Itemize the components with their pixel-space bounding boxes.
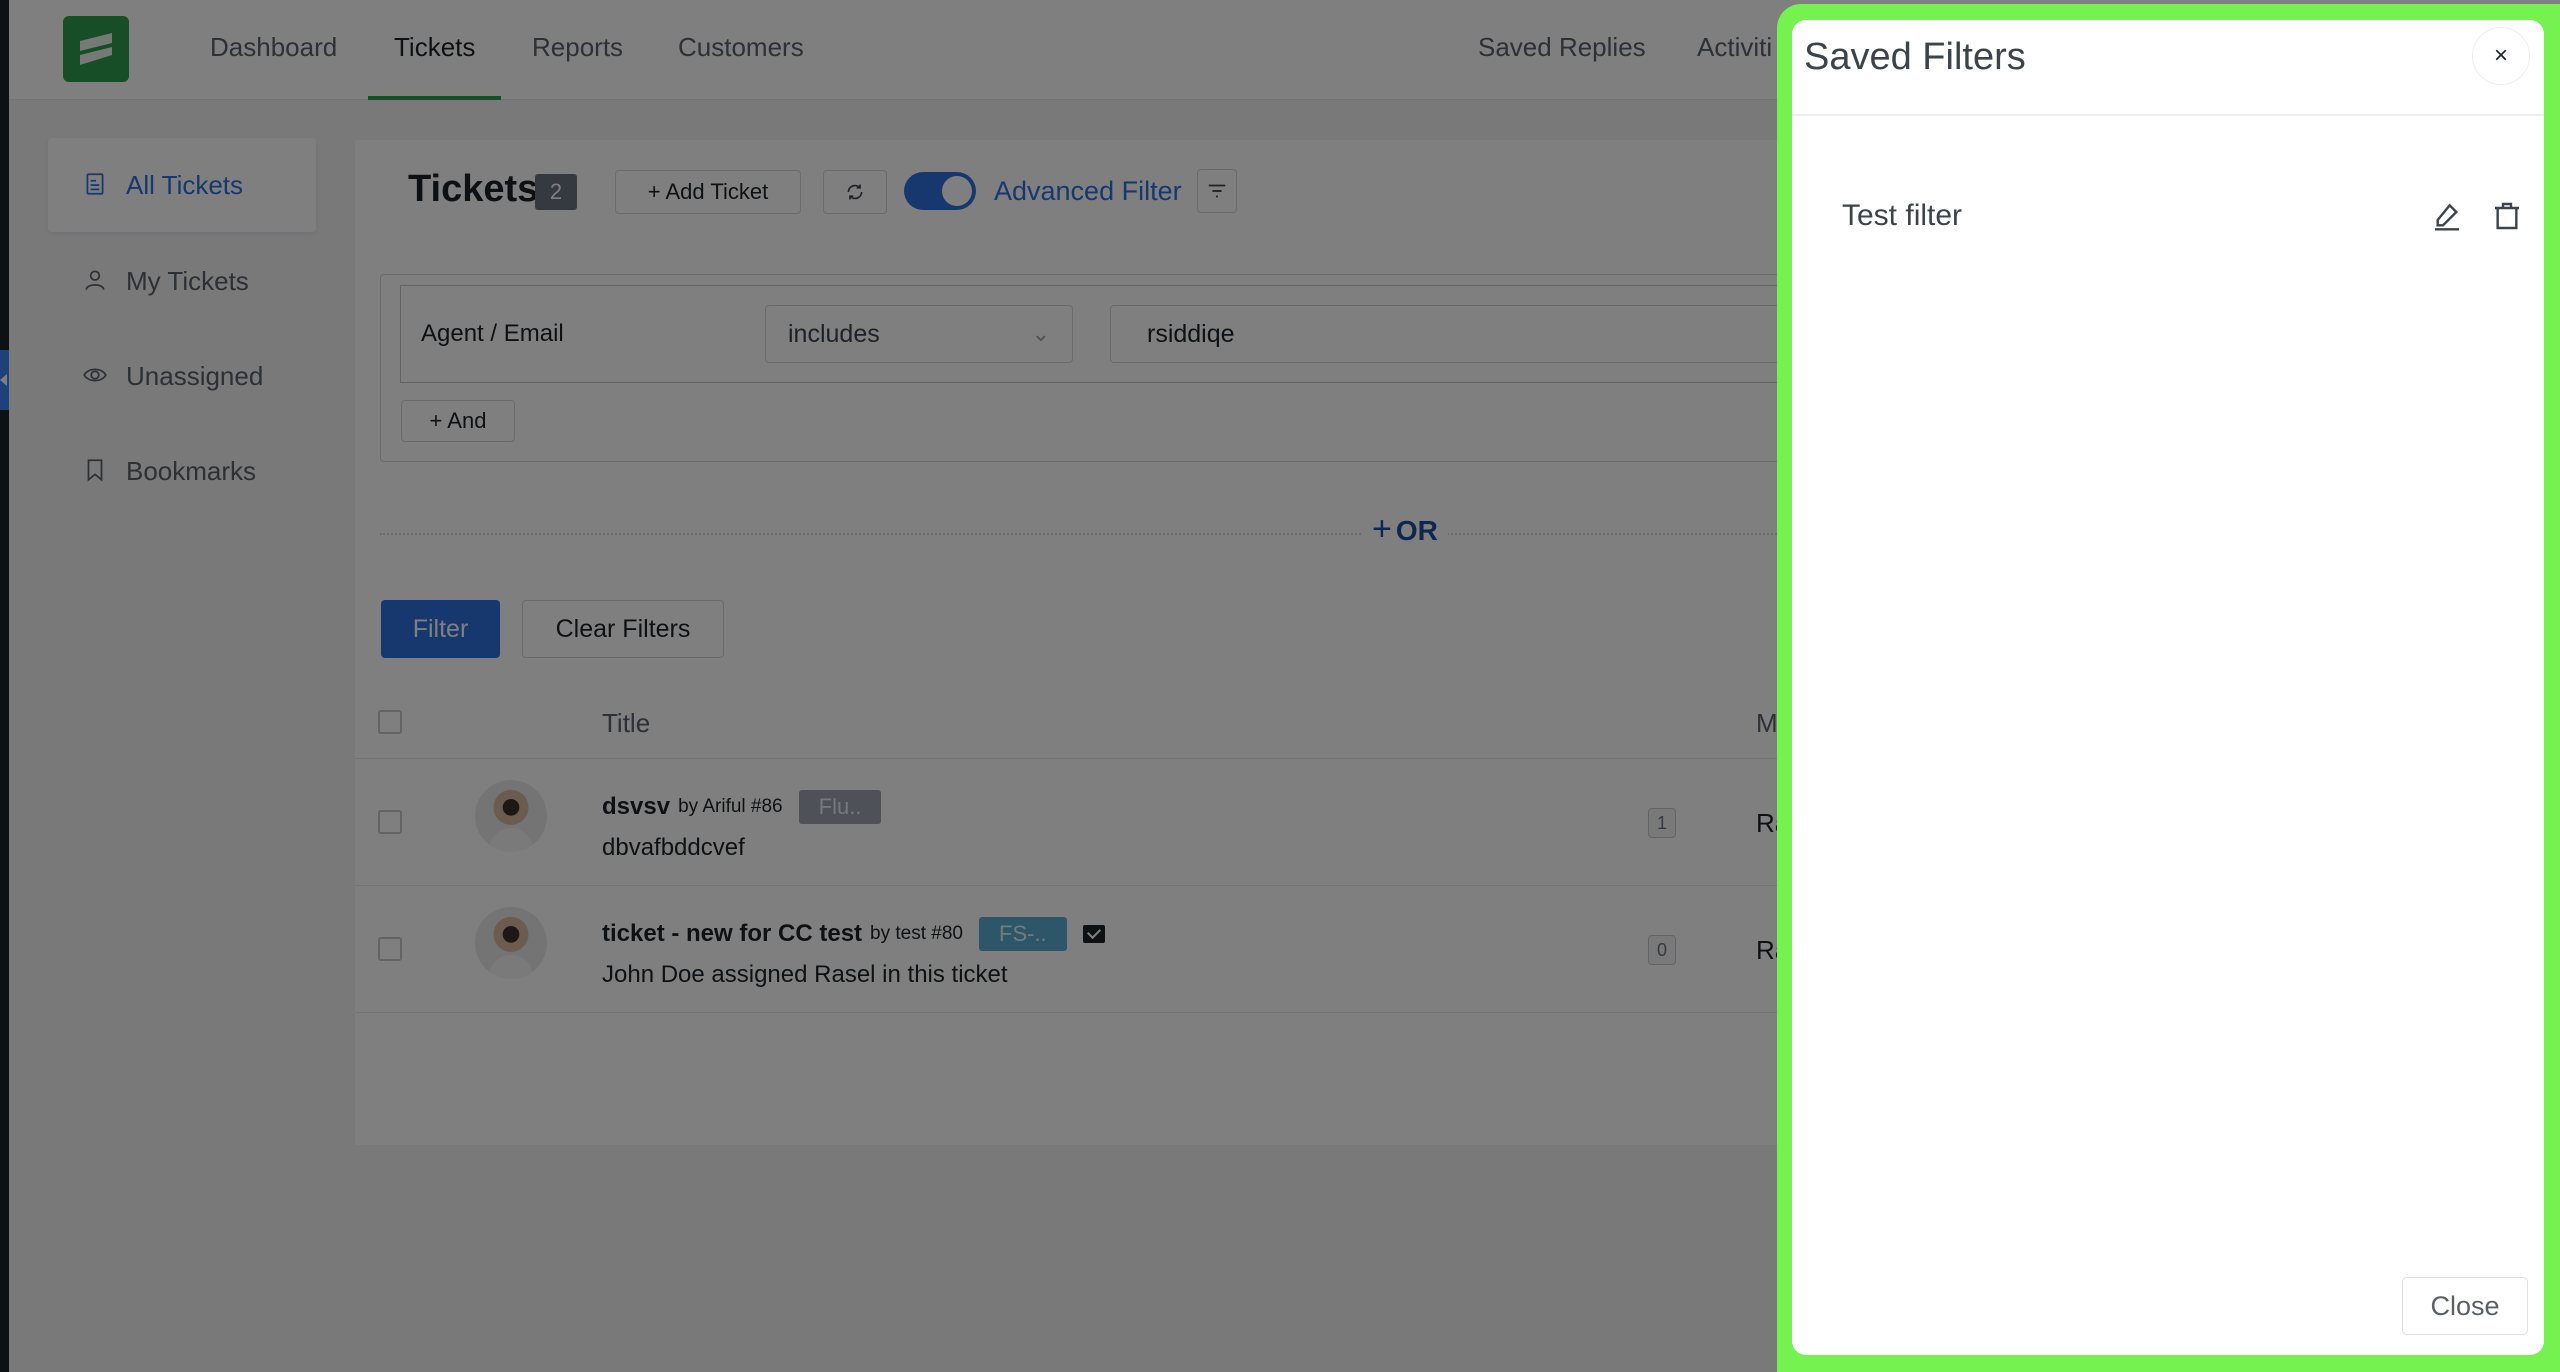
drawer-title: Saved Filters: [1804, 36, 2026, 78]
saved-filters-drawer: Saved Filters × Test filter Close: [1792, 20, 2544, 1355]
divider: [1792, 114, 2544, 116]
edit-icon[interactable]: [2428, 196, 2466, 236]
close-icon[interactable]: ×: [2472, 27, 2530, 85]
trash-icon[interactable]: [2488, 196, 2526, 236]
close-button[interactable]: Close: [2402, 1277, 2528, 1335]
saved-filter-item[interactable]: Test filter: [1842, 170, 2526, 262]
saved-filter-name[interactable]: Test filter: [1842, 199, 2406, 233]
close-button-label: Close: [2430, 1290, 2500, 1321]
close-x-glyph: ×: [2493, 42, 2508, 69]
